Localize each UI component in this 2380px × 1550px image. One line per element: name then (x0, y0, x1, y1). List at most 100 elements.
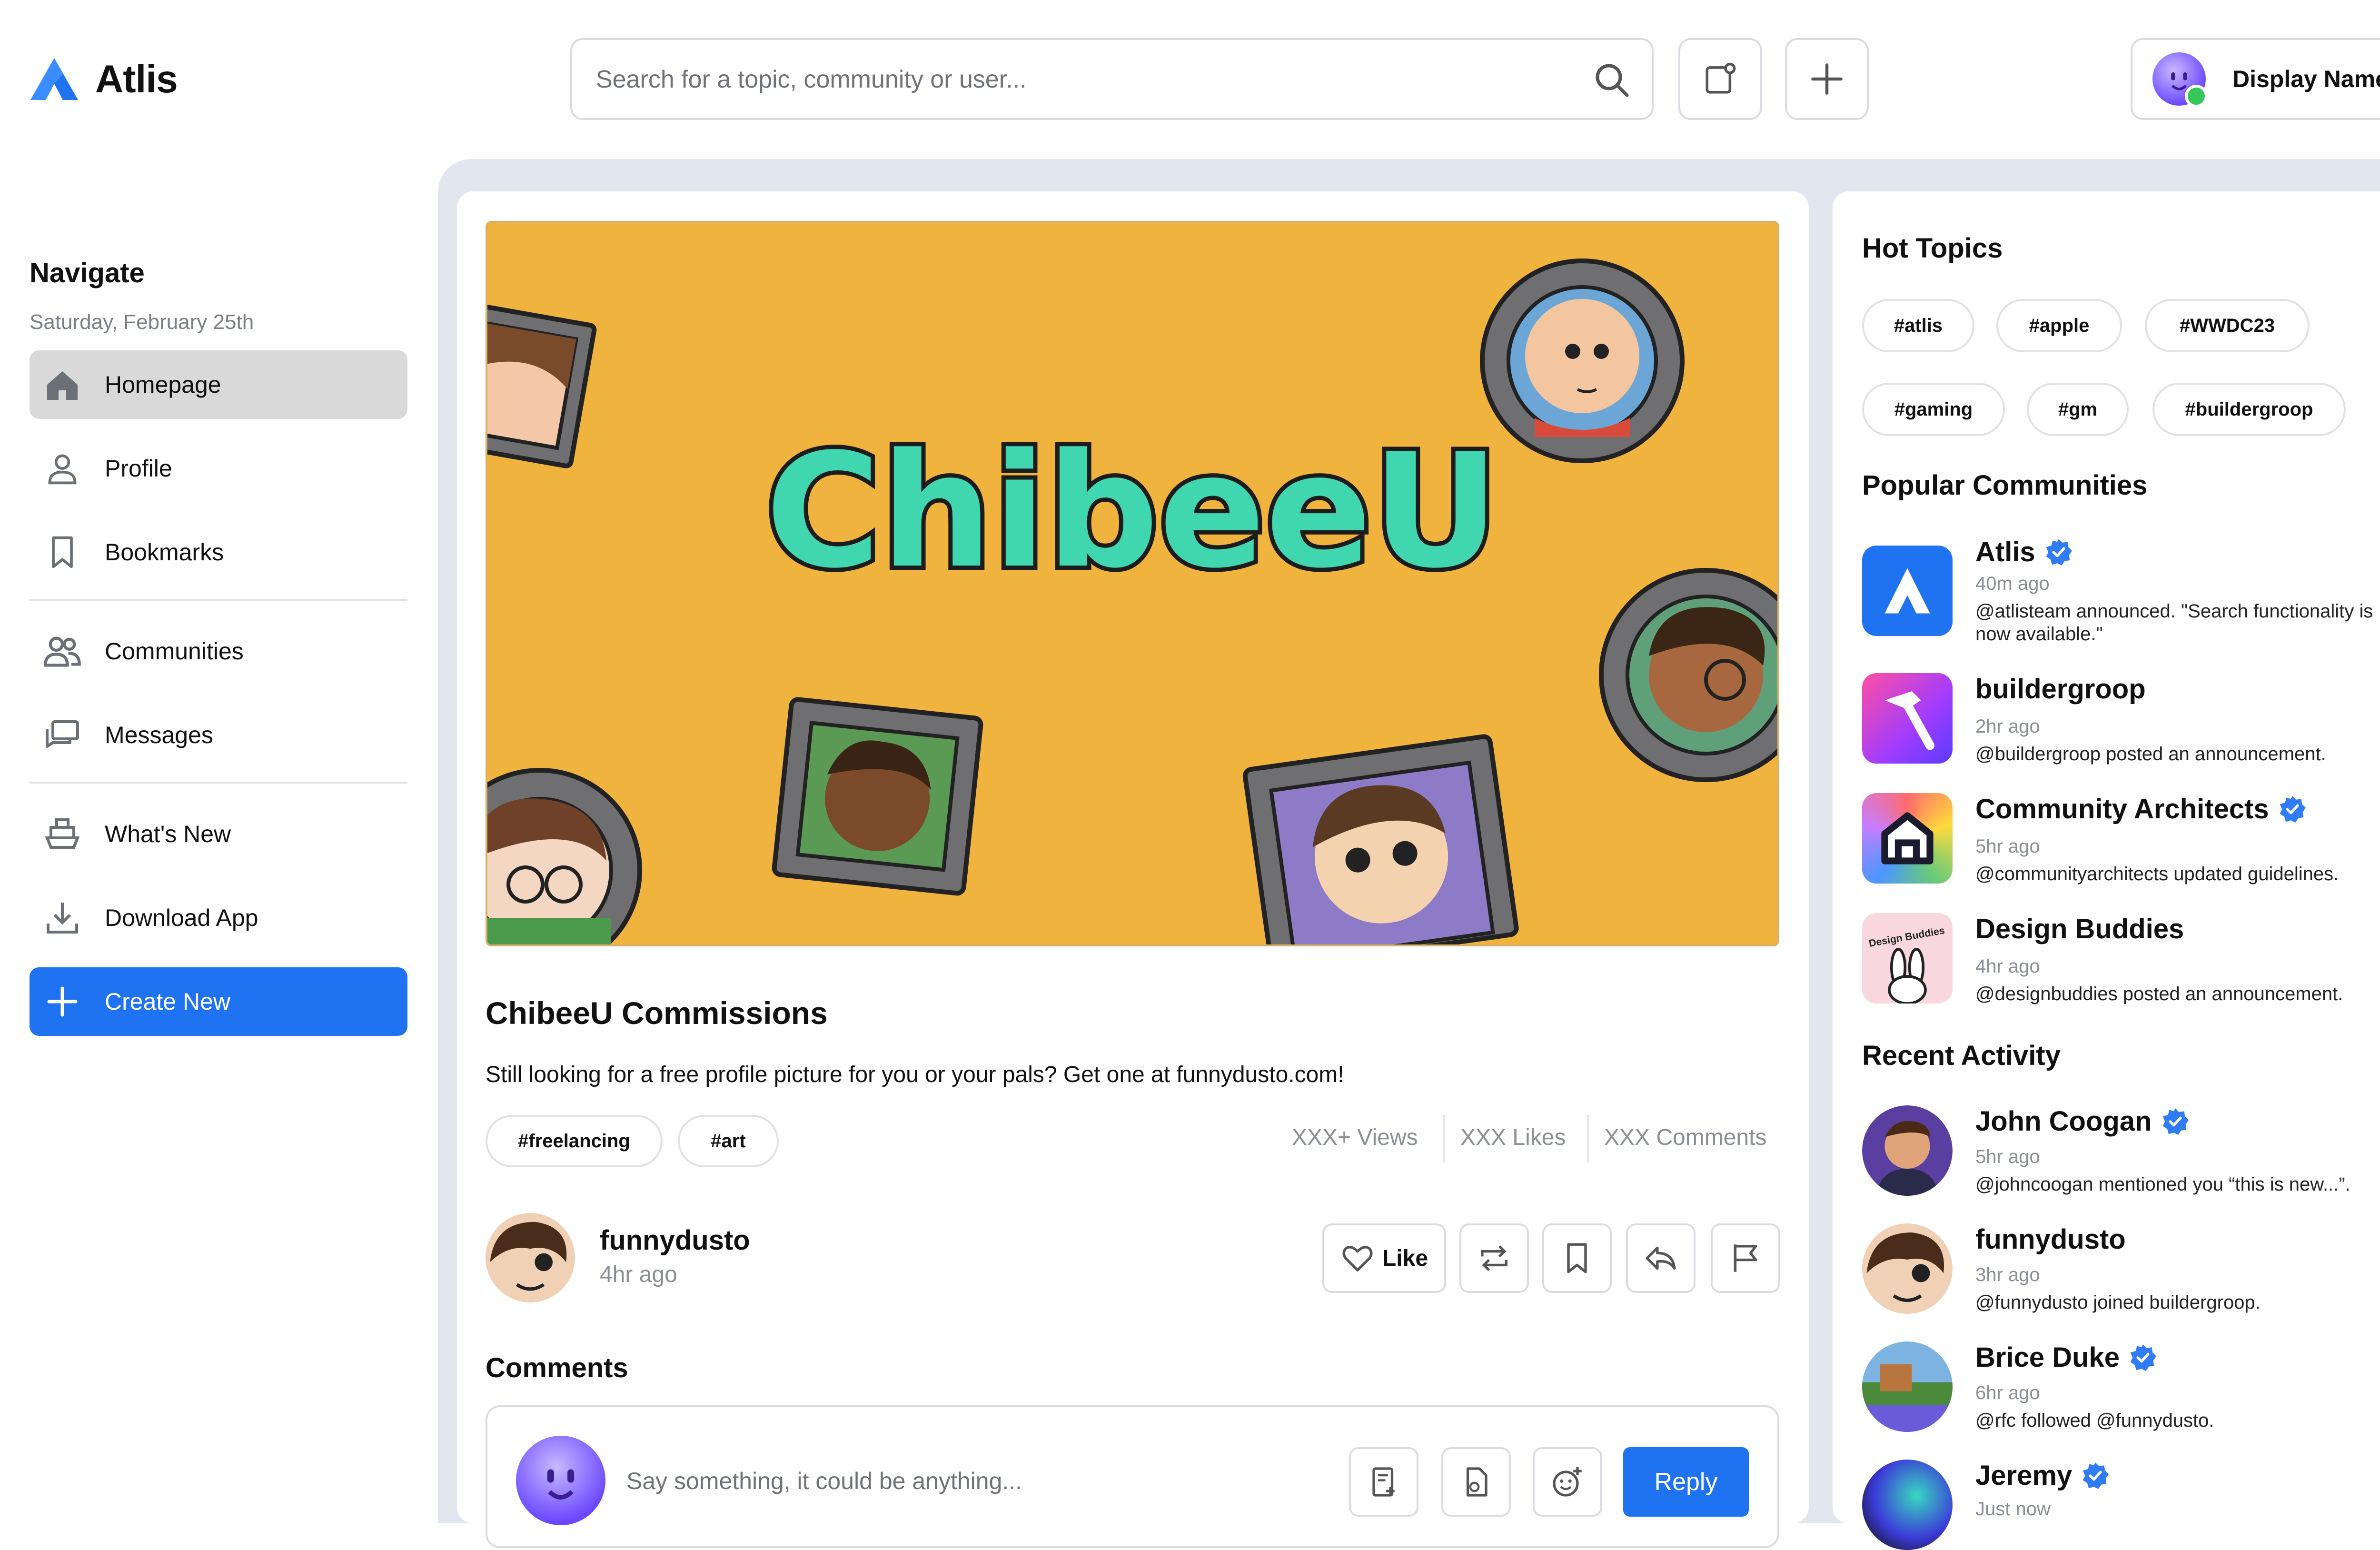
like-button[interactable]: Like (1322, 1223, 1446, 1293)
app-name[interactable]: Atlis (95, 57, 178, 102)
online-status-dot (2185, 85, 2208, 108)
search-icon[interactable] (1593, 61, 1631, 99)
community-architects-icon[interactable] (1862, 793, 1953, 884)
person-photo (1862, 1105, 1953, 1196)
user-menu[interactable]: Display Name (2131, 38, 2380, 120)
hot-topic-tag[interactable]: #WWDC23 (2145, 299, 2310, 352)
reply-button[interactable]: Reply (1623, 1447, 1749, 1517)
atlis-community-icon[interactable] (1862, 546, 1953, 636)
repost-icon (1481, 1245, 1507, 1272)
nav-item-communities[interactable]: Communities (30, 617, 407, 686)
nav-item-bookmarks[interactable]: Bookmarks (30, 518, 407, 586)
nav-label: Communities (105, 638, 244, 665)
commenter-avatar (516, 1436, 605, 1525)
report-button[interactable] (1711, 1223, 1780, 1293)
author-avatar-image (486, 1213, 575, 1302)
hot-topic-tag[interactable]: #apple (1996, 299, 2122, 352)
post-tag[interactable]: #art (678, 1115, 779, 1167)
verified-badge-icon (2162, 1108, 2189, 1135)
chibeeu-banner-illustration: ChibeeU (487, 223, 1777, 944)
activity-desc: @funnydusto joined buildergroop. (1975, 1292, 2261, 1313)
author-name[interactable]: funnydusto (600, 1224, 750, 1256)
nav-item-messages[interactable]: Messages (30, 701, 407, 769)
post-tag[interactable]: #freelancing (486, 1115, 663, 1167)
landscape-photo (1862, 1341, 1953, 1432)
plus-icon (47, 986, 78, 1017)
bookmark-button[interactable] (1542, 1223, 1612, 1293)
plus-icon (1811, 63, 1843, 95)
verified-badge-icon (2046, 538, 2072, 566)
community-name[interactable]: Design Buddies (1975, 913, 2184, 945)
community-name-text: Atlis (1975, 537, 2035, 567)
reply-arrow-icon (1646, 1246, 1676, 1270)
search-input[interactable] (595, 40, 1501, 119)
recent-activity-title: Recent Activity (1862, 1040, 2061, 1071)
emoji-add-icon (1553, 1467, 1582, 1497)
verified-badge-icon (2082, 1462, 2109, 1489)
community-name-text: Community Architects (1975, 794, 2269, 825)
activity-time: 3hr ago (1975, 1264, 2040, 1285)
atlis-logo-icon[interactable] (30, 56, 79, 102)
author-avatar[interactable] (486, 1213, 575, 1302)
activity-name-text: John Coogan (1975, 1106, 2152, 1137)
nav-label: What's New (105, 821, 231, 847)
bookmark-icon (1567, 1243, 1587, 1273)
compose-icon (1706, 62, 1736, 94)
activity-avatar[interactable] (1862, 1341, 1953, 1432)
house-icon (1881, 812, 1934, 864)
activity-avatar[interactable] (1862, 1460, 1953, 1550)
community-desc: @buildergroop posted an announcement. (1975, 744, 2326, 765)
repost-button[interactable] (1459, 1223, 1529, 1293)
nav-item-homepage[interactable]: Homepage (30, 350, 407, 419)
post-banner-image[interactable]: ChibeeU (486, 221, 1779, 946)
create-new-label: Create New (105, 988, 230, 1015)
community-name[interactable]: buildergroop (1975, 673, 2146, 705)
user-display-name: Display Name (2232, 66, 2380, 92)
community-name-text: buildergroop (1975, 674, 2146, 705)
buildergroop-community-icon[interactable] (1862, 673, 1953, 764)
hot-topic-tag[interactable]: #gaming (1862, 383, 2005, 436)
nav-item-download-app[interactable]: Download App (30, 884, 407, 952)
nav-item-whats-new[interactable]: What's New (30, 800, 407, 868)
hot-topics-title: Hot Topics (1862, 233, 2003, 264)
add-button[interactable] (1785, 38, 1869, 120)
attach-post-button[interactable] (1349, 1447, 1418, 1517)
create-new-button[interactable]: Create New (30, 967, 407, 1036)
post-body: Still looking for a free profile picture… (486, 1062, 1344, 1087)
like-label: Like (1382, 1245, 1428, 1271)
nav-label: Download App (105, 904, 258, 931)
community-name[interactable]: Community Architects (1975, 793, 2307, 825)
community-time: 2hr ago (1975, 716, 2040, 737)
hot-topic-tag[interactable]: #buildergroop (2152, 383, 2346, 436)
robot-face-icon (547, 1469, 575, 1500)
share-button[interactable] (1626, 1223, 1696, 1293)
design-buddies-icon[interactable]: Design Buddies (1862, 913, 1953, 1004)
activity-user-name[interactable]: Jeremy (1975, 1460, 2110, 1491)
attach-file-button[interactable] (1441, 1447, 1511, 1517)
comments-count: XXX Comments (1604, 1125, 1767, 1150)
activity-avatar[interactable] (1862, 1223, 1953, 1314)
activity-user-name[interactable]: funnydusto (1975, 1223, 2126, 1255)
activity-avatar[interactable] (1862, 1105, 1953, 1196)
activity-user-name[interactable]: Brice Duke (1975, 1341, 2158, 1373)
activity-name-text: Jeremy (1975, 1460, 2073, 1491)
activity-user-name[interactable]: John Coogan (1975, 1105, 2190, 1137)
activity-time: 5hr ago (1975, 1146, 2040, 1167)
popular-communities-title: Popular Communities (1862, 470, 2148, 501)
nav-label: Bookmarks (105, 539, 224, 566)
banner-wordmark: ChibeeU (765, 420, 1499, 603)
activity-desc: @johncoogan mentioned you “this is new..… (1975, 1174, 2350, 1195)
document-plus-icon (1372, 1467, 1395, 1497)
activity-desc: @rfc followed @funnydusto. (1975, 1410, 2214, 1431)
new-post-button[interactable] (1678, 38, 1762, 120)
nav-title: Navigate (30, 258, 145, 288)
flag-icon (1734, 1244, 1757, 1272)
nav-item-profile[interactable]: Profile (30, 434, 407, 503)
comment-input[interactable] (625, 1457, 1294, 1505)
hot-topic-tag[interactable]: #atlis (1862, 299, 1974, 352)
emoji-button[interactable] (1533, 1447, 1602, 1517)
community-name[interactable]: Atlis (1975, 536, 2073, 568)
community-time: 5hr ago (1975, 836, 2040, 857)
search-bar[interactable] (570, 38, 1654, 120)
hot-topic-tag[interactable]: #gm (2027, 383, 2129, 436)
